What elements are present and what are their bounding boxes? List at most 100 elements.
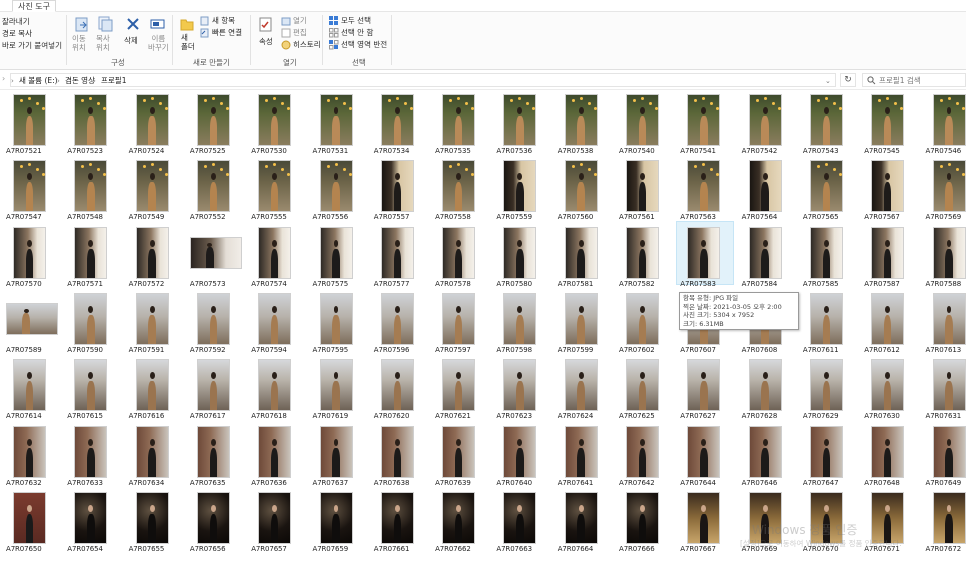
file-item[interactable]: A7R07549 bbox=[129, 156, 181, 222]
file-item[interactable]: A7R07571 bbox=[67, 223, 119, 289]
cut-button[interactable]: 잘라내기 bbox=[2, 17, 30, 27]
file-item[interactable]: A7R07564 bbox=[742, 156, 794, 222]
file-item[interactable]: A7R07621 bbox=[435, 355, 487, 421]
file-item[interactable]: A7R07584 bbox=[742, 223, 794, 289]
file-item[interactable]: A7R07662 bbox=[435, 488, 487, 554]
file-item[interactable]: A7R07654 bbox=[67, 488, 119, 554]
file-item[interactable]: A7R07578 bbox=[435, 223, 487, 289]
file-item[interactable]: A7R07647 bbox=[803, 422, 855, 488]
file-item[interactable]: A7R07596 bbox=[374, 289, 426, 355]
open-button[interactable]: 열기 bbox=[293, 16, 307, 26]
file-item[interactable]: A7R07619 bbox=[313, 355, 365, 421]
file-item[interactable]: A7R07628 bbox=[742, 355, 794, 421]
file-item[interactable]: A7R07648 bbox=[864, 422, 916, 488]
file-item[interactable]: A7R07636 bbox=[251, 422, 303, 488]
file-item[interactable]: A7R07639 bbox=[435, 422, 487, 488]
file-item[interactable]: A7R07580 bbox=[496, 223, 548, 289]
file-item[interactable]: A7R07541 bbox=[680, 90, 732, 156]
file-item[interactable]: A7R07657 bbox=[251, 488, 303, 554]
file-item[interactable]: A7R07535 bbox=[435, 90, 487, 156]
file-item[interactable]: A7R07556 bbox=[313, 156, 365, 222]
file-item[interactable]: A7R07559 bbox=[496, 156, 548, 222]
file-item[interactable]: A7R07587 bbox=[864, 223, 916, 289]
file-item[interactable]: A7R07629 bbox=[803, 355, 855, 421]
file-item[interactable]: A7R07591 bbox=[129, 289, 181, 355]
refresh-button[interactable]: ↻ bbox=[840, 73, 856, 87]
file-item[interactable]: A7R07552 bbox=[190, 156, 242, 222]
select-all-button[interactable]: 모두 선택 bbox=[341, 16, 371, 26]
file-item[interactable]: A7R07663 bbox=[496, 488, 548, 554]
rename-button[interactable]: 이름 바꾸기 bbox=[148, 34, 169, 52]
file-item[interactable]: A7R07567 bbox=[864, 156, 916, 222]
file-item[interactable]: A7R07616 bbox=[129, 355, 181, 421]
file-item[interactable]: A7R07557 bbox=[374, 156, 426, 222]
file-item[interactable]: A7R07602 bbox=[619, 289, 671, 355]
search-input[interactable]: 프로필1 검색 bbox=[862, 73, 966, 87]
file-item[interactable]: A7R07575 bbox=[313, 223, 365, 289]
paste-shortcut-button[interactable]: 바로 가기 붙여넣기 bbox=[2, 41, 62, 51]
file-item[interactable]: A7R07524 bbox=[129, 90, 181, 156]
file-item[interactable]: A7R07598 bbox=[496, 289, 548, 355]
file-item[interactable]: A7R07543 bbox=[803, 90, 855, 156]
file-item[interactable]: A7R07632 bbox=[6, 422, 58, 488]
copy-to-button[interactable]: 복사 위치 bbox=[96, 34, 110, 52]
breadcrumb-current[interactable]: 프로필1 bbox=[101, 75, 126, 87]
file-item[interactable]: A7R07661 bbox=[374, 488, 426, 554]
file-item[interactable]: A7R07558 bbox=[435, 156, 487, 222]
file-item[interactable]: A7R07589 bbox=[6, 289, 58, 355]
file-item[interactable]: A7R07642 bbox=[619, 422, 671, 488]
delete-button[interactable]: 삭제 bbox=[124, 36, 138, 46]
file-item[interactable]: A7R07583 bbox=[676, 221, 735, 289]
file-item[interactable]: A7R07650 bbox=[6, 488, 58, 554]
file-item[interactable]: A7R07592 bbox=[190, 289, 242, 355]
tab-picture-tools[interactable]: 사진 도구 bbox=[12, 0, 56, 12]
file-item[interactable]: A7R07627 bbox=[680, 355, 732, 421]
file-item[interactable]: A7R07536 bbox=[496, 90, 548, 156]
file-item[interactable]: A7R07570 bbox=[6, 223, 58, 289]
file-item[interactable]: A7R07547 bbox=[6, 156, 58, 222]
invert-selection-button[interactable]: 선택 영역 반전 bbox=[341, 40, 387, 50]
address-bar[interactable]: › 새 볼륨 (E:) › 겸돈 영상 › 프로필1 ⌄ bbox=[10, 73, 836, 87]
file-item[interactable]: A7R07585 bbox=[803, 223, 855, 289]
file-item[interactable]: A7R07623 bbox=[496, 355, 548, 421]
file-item[interactable]: A7R07540 bbox=[619, 90, 671, 156]
file-item[interactable]: A7R07595 bbox=[313, 289, 365, 355]
file-item[interactable]: A7R07635 bbox=[190, 422, 242, 488]
file-item[interactable]: A7R07618 bbox=[251, 355, 303, 421]
file-item[interactable]: A7R07561 bbox=[619, 156, 671, 222]
file-item[interactable]: A7R07523 bbox=[67, 90, 119, 156]
file-item[interactable]: A7R07617 bbox=[190, 355, 242, 421]
history-button[interactable]: 히스토리 bbox=[293, 40, 321, 50]
file-item[interactable]: A7R07548 bbox=[67, 156, 119, 222]
file-item[interactable]: A7R07574 bbox=[251, 223, 303, 289]
file-item[interactable]: A7R07525 bbox=[190, 90, 242, 156]
copy-path-button[interactable]: 경로 복사 bbox=[2, 29, 32, 39]
file-item[interactable]: A7R07633 bbox=[67, 422, 119, 488]
file-item[interactable]: A7R07573 bbox=[189, 223, 242, 289]
file-item[interactable]: A7R07664 bbox=[558, 488, 610, 554]
file-item[interactable]: A7R07615 bbox=[67, 355, 119, 421]
file-item[interactable]: A7R07624 bbox=[558, 355, 610, 421]
new-folder-button[interactable]: 새 폴더 bbox=[181, 33, 195, 51]
file-item[interactable]: A7R07625 bbox=[619, 355, 671, 421]
file-item[interactable]: A7R07565 bbox=[803, 156, 855, 222]
file-item[interactable]: A7R07631 bbox=[926, 355, 966, 421]
new-item-button[interactable]: 새 항목 bbox=[212, 16, 235, 26]
select-none-button[interactable]: 선택 안 함 bbox=[341, 28, 373, 38]
breadcrumb-folder[interactable]: 겸돈 영상 bbox=[65, 75, 95, 87]
file-item[interactable]: A7R07649 bbox=[926, 422, 966, 488]
easy-access-button[interactable]: 빠른 연결 bbox=[212, 28, 242, 38]
file-item[interactable]: A7R07555 bbox=[251, 156, 303, 222]
file-item[interactable]: A7R07637 bbox=[313, 422, 365, 488]
file-item[interactable]: A7R07581 bbox=[558, 223, 610, 289]
file-item[interactable]: A7R07590 bbox=[67, 289, 119, 355]
file-item[interactable]: A7R07545 bbox=[864, 90, 916, 156]
edit-button[interactable]: 편집 bbox=[293, 28, 307, 38]
file-item[interactable]: A7R07531 bbox=[313, 90, 365, 156]
file-item[interactable]: A7R07646 bbox=[742, 422, 794, 488]
file-item[interactable]: A7R07640 bbox=[496, 422, 548, 488]
file-item[interactable]: A7R07599 bbox=[558, 289, 610, 355]
file-item[interactable]: A7R07659 bbox=[313, 488, 365, 554]
file-item[interactable]: A7R07597 bbox=[435, 289, 487, 355]
file-item[interactable]: A7R07577 bbox=[374, 223, 426, 289]
